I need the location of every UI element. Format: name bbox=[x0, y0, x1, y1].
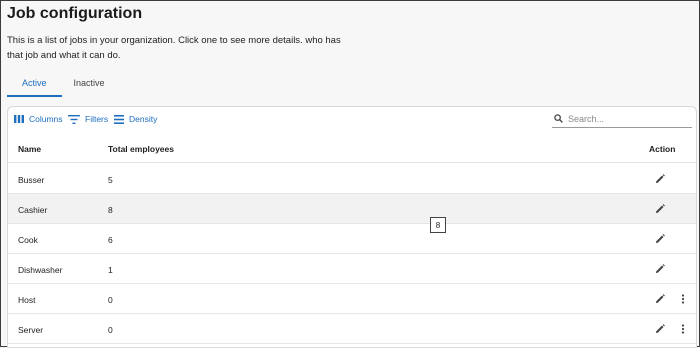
density-button[interactable]: Density bbox=[114, 114, 157, 124]
edit-icon[interactable] bbox=[653, 262, 667, 276]
search-icon bbox=[552, 110, 568, 128]
row-name: Host bbox=[18, 295, 36, 305]
table-row[interactable]: Host 0 bbox=[8, 284, 696, 314]
more-vertical-icon[interactable] bbox=[676, 292, 690, 306]
table-row[interactable]: Busser 5 bbox=[8, 164, 696, 194]
header-name[interactable]: Name bbox=[18, 144, 41, 154]
app-frame: Job configuration This is a list of jobs… bbox=[0, 0, 700, 348]
row-total: 0 bbox=[108, 295, 113, 305]
filters-label: Filters bbox=[85, 114, 109, 124]
edit-icon[interactable] bbox=[653, 202, 667, 216]
density-icon bbox=[114, 114, 129, 124]
columns-icon bbox=[14, 115, 29, 123]
row-name: Busser bbox=[18, 175, 45, 185]
density-label: Density bbox=[129, 114, 158, 124]
table-toolbar: Columns Filters Density bbox=[8, 107, 696, 133]
row-total: 5 bbox=[108, 175, 113, 185]
table-row[interactable]: Cook 6 bbox=[8, 224, 696, 254]
edit-icon[interactable] bbox=[653, 322, 667, 336]
row-name: Cook bbox=[18, 235, 38, 245]
row-total: 8 bbox=[108, 205, 113, 215]
filters-button[interactable]: Filters bbox=[68, 114, 108, 124]
row-total: 1 bbox=[108, 265, 113, 275]
filter-icon bbox=[68, 114, 85, 124]
table-row[interactable]: Server 0 bbox=[8, 314, 696, 344]
jobs-table-card: Columns Filters Density Search... Name T… bbox=[7, 106, 697, 348]
page-description: This is a list of jobs in your organizat… bbox=[7, 35, 341, 61]
search-input[interactable] bbox=[568, 113, 678, 124]
row-total: 0 bbox=[108, 325, 113, 335]
edit-icon[interactable] bbox=[653, 232, 667, 246]
tab-active[interactable]: Active bbox=[7, 73, 62, 97]
table-row[interactable]: Dishwasher 1 bbox=[8, 254, 696, 284]
columns-label: Columns bbox=[29, 114, 63, 124]
row-name: Server bbox=[18, 325, 44, 335]
table-row[interactable]: Cashier 8 bbox=[8, 194, 696, 224]
page-title: Job configuration bbox=[7, 5, 143, 22]
search-box bbox=[552, 110, 692, 128]
more-vertical-icon[interactable] bbox=[676, 322, 690, 336]
tab-inactive[interactable]: Inactive bbox=[62, 73, 119, 97]
table-header: Name Total employees Action bbox=[8, 133, 696, 163]
header-total-employees[interactable]: Total employees bbox=[108, 144, 174, 154]
edit-icon[interactable] bbox=[653, 292, 667, 306]
row-name: Dishwasher bbox=[18, 265, 63, 275]
row-total: 6 bbox=[108, 235, 113, 245]
tab-bar: Active Inactive bbox=[7, 73, 119, 97]
header-action: Action bbox=[649, 144, 676, 154]
edit-icon[interactable] bbox=[653, 172, 667, 186]
columns-button[interactable]: Columns bbox=[14, 114, 63, 124]
cell-tooltip: 8 bbox=[430, 217, 446, 233]
row-name: Cashier bbox=[18, 205, 48, 215]
